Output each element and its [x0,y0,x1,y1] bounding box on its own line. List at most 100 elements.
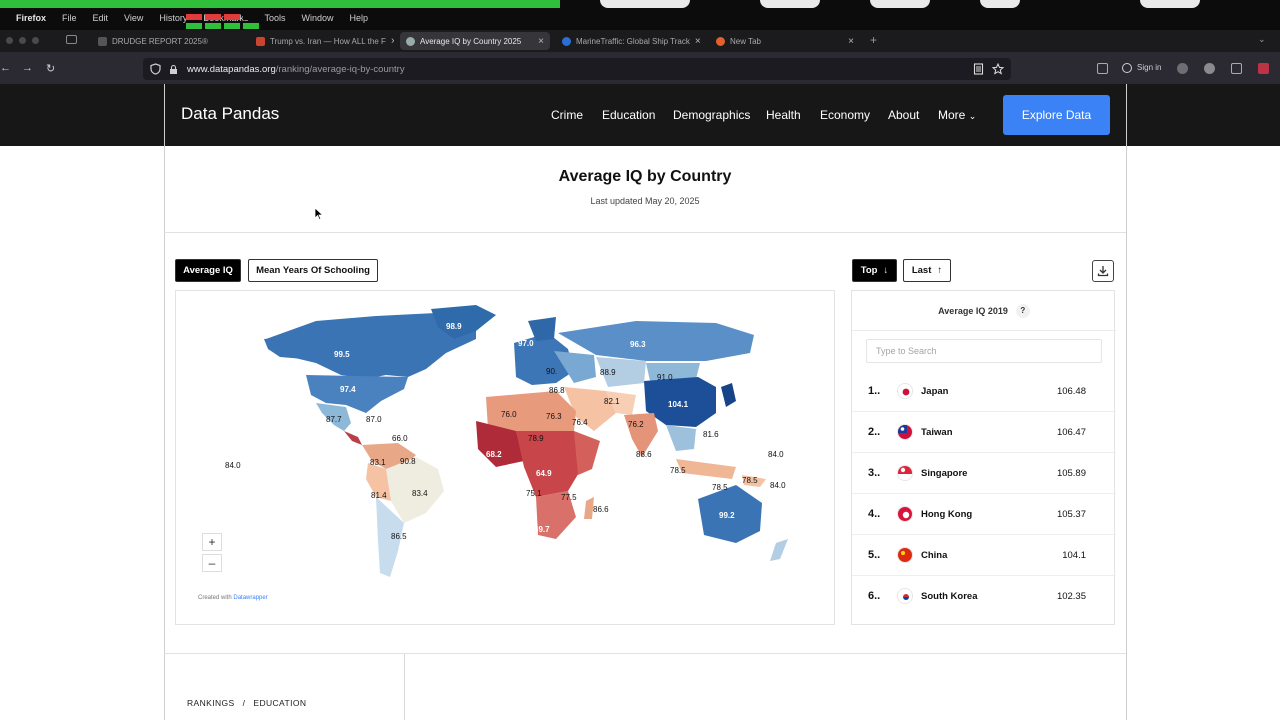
shield-icon[interactable] [150,63,161,75]
taiwan-flag-icon [897,424,913,440]
chevron-down-icon: ⌄ [968,111,977,121]
country-new-zealand[interactable] [770,539,788,561]
explore-data-button[interactable]: Explore Data [1003,95,1110,135]
ranking-row[interactable]: 6.. South Korea 102.35 [852,576,1116,617]
ranking-row[interactable]: 4.. Hong Kong 105.37 [852,494,1116,535]
country-se-asia[interactable] [666,425,696,451]
extension-icon[interactable] [1204,63,1215,74]
map-label: 78.9 [528,434,544,443]
map-label: 69.7 [534,525,550,534]
map-label: 81.6 [703,430,719,439]
menu-tools[interactable]: Tools [256,13,293,23]
site-logo[interactable]: Data Pandas [181,104,279,124]
ranking-panel: Average IQ 2019? 1.. Japan 106.48 2.. Ta… [851,290,1116,625]
help-icon[interactable]: ? [1015,303,1030,318]
toggle-mean-years-schooling[interactable]: Mean Years Of Schooling [248,259,378,282]
sort-top-button[interactable]: Top ↓ [852,259,897,282]
bookmark-star-icon[interactable] [992,63,1004,75]
account-icon[interactable] [1122,63,1132,73]
tab-average-iq[interactable]: Average IQ by Country 2025 × [400,32,550,50]
country-scandinavia[interactable] [528,317,556,341]
map-label: 87.7 [326,415,342,424]
sort-last-button[interactable]: Last ↑ [903,259,951,282]
lock-icon[interactable] [169,64,178,75]
chevron-down-icon[interactable]: ⌄ [1258,34,1266,45]
nav-crime[interactable]: Crime [551,108,583,122]
close-tab-icon[interactable]: × [391,36,394,47]
menu-window[interactable]: Window [293,13,341,23]
sign-in-button[interactable]: Sign in [1137,63,1161,72]
breadcrumb-education[interactable]: EDUCATION [253,698,306,708]
map-label: 86.8 [549,386,565,395]
ranking-search-input[interactable] [866,339,1102,363]
reload-icon[interactable]: ↻ [46,62,55,75]
minimize-window-icon[interactable] [19,37,26,44]
menu-file[interactable]: File [54,13,85,23]
zoom-window-icon[interactable] [32,37,39,44]
ranking-row[interactable]: 3.. Singapore 105.89 [852,453,1116,494]
reader-view-icon[interactable] [973,63,984,75]
country-central-america[interactable] [344,431,362,445]
tab-label: MarineTraffic: Global Ship Track [576,36,690,46]
nav-about[interactable]: About [888,108,919,122]
extensions-puzzle-icon[interactable] [1231,63,1242,74]
extension-icon[interactable] [1177,63,1188,74]
nav-more[interactable]: More ⌄ [938,108,976,122]
china-flag-icon [897,547,913,563]
ranking-row[interactable]: 5.. China 104.1 [852,535,1116,576]
ranking-row[interactable]: 2.. Taiwan 106.47 [852,412,1116,453]
country-east-africa[interactable] [574,431,600,475]
map-label: 78.5 [742,476,758,485]
tab-marinetraffic[interactable]: MarineTraffic: Global Ship Track × [556,32,706,50]
toggle-average-iq[interactable]: Average IQ [175,259,241,282]
menu-help[interactable]: Help [341,13,376,23]
map-label: 97.0 [518,339,534,348]
map-label: 86.6 [593,505,609,514]
iq-value: 105.37 [1056,509,1086,520]
country-name: Japan [921,386,949,397]
nav-health[interactable]: Health [766,108,801,122]
overlay-blob [760,0,820,8]
rank-number: 4.. [868,508,881,520]
map-label: 84.0 [225,461,241,470]
back-icon[interactable]: ← [0,62,11,74]
zoom-in-button[interactable]: + [202,533,222,551]
menu-view[interactable]: View [116,13,151,23]
country-name: Hong Kong [921,509,973,520]
datawrapper-link[interactable]: Datawrapper [233,595,267,601]
menu-edit[interactable]: Edit [85,13,117,23]
arrow-up-icon: ↑ [937,265,943,276]
map-label: 91.0 [657,373,673,382]
tab-trump-iran[interactable]: Trump vs. Iran — How ALL the F × [250,32,394,50]
iq-value: 106.48 [1056,386,1086,397]
map-label: 99.5 [334,350,350,359]
map-label: 78.5 [712,483,728,492]
map-label: 78.5 [670,466,686,475]
close-tab-icon[interactable]: × [695,36,701,47]
country-japan[interactable] [721,383,736,407]
country-name: Singapore [921,468,968,479]
download-button[interactable] [1092,260,1114,282]
close-tab-icon[interactable]: × [848,36,854,47]
menu-firefox[interactable]: Firefox [8,13,54,23]
zoom-out-button[interactable]: – [202,554,222,572]
forward-icon[interactable]: → [22,62,33,74]
ranking-row[interactable]: 1.. Japan 106.48 [852,371,1116,412]
nav-education[interactable]: Education [602,108,655,122]
nav-demographics[interactable]: Demographics [673,108,750,122]
tab-drudge[interactable]: DRUDGE REPORT 2025® [92,32,260,50]
close-window-icon[interactable] [6,37,13,44]
tab-overview-icon[interactable] [66,35,77,44]
pocket-icon[interactable] [1097,63,1108,74]
choropleth-map[interactable]: 98.9 99.5 97.4 87.7 87.0 66.0 84.0 83.1 … [175,290,835,625]
close-tab-icon[interactable]: × [538,36,544,47]
address-bar[interactable]: www.datapandas.org/ranking/average-iq-by… [143,58,1011,80]
breadcrumb: RANKINGS / EDUCATION [187,698,306,708]
tab-label: Average IQ by Country 2025 [420,36,522,46]
world-map-svg[interactable]: 98.9 99.5 97.4 87.7 87.0 66.0 84.0 83.1 … [176,291,835,625]
tab-new-tab[interactable]: New Tab × [710,32,860,50]
breadcrumb-rankings[interactable]: RANKINGS [187,698,235,708]
new-tab-plus-icon[interactable]: + [870,33,877,47]
nav-economy[interactable]: Economy [820,108,870,122]
menu-icon[interactable] [1258,63,1269,74]
